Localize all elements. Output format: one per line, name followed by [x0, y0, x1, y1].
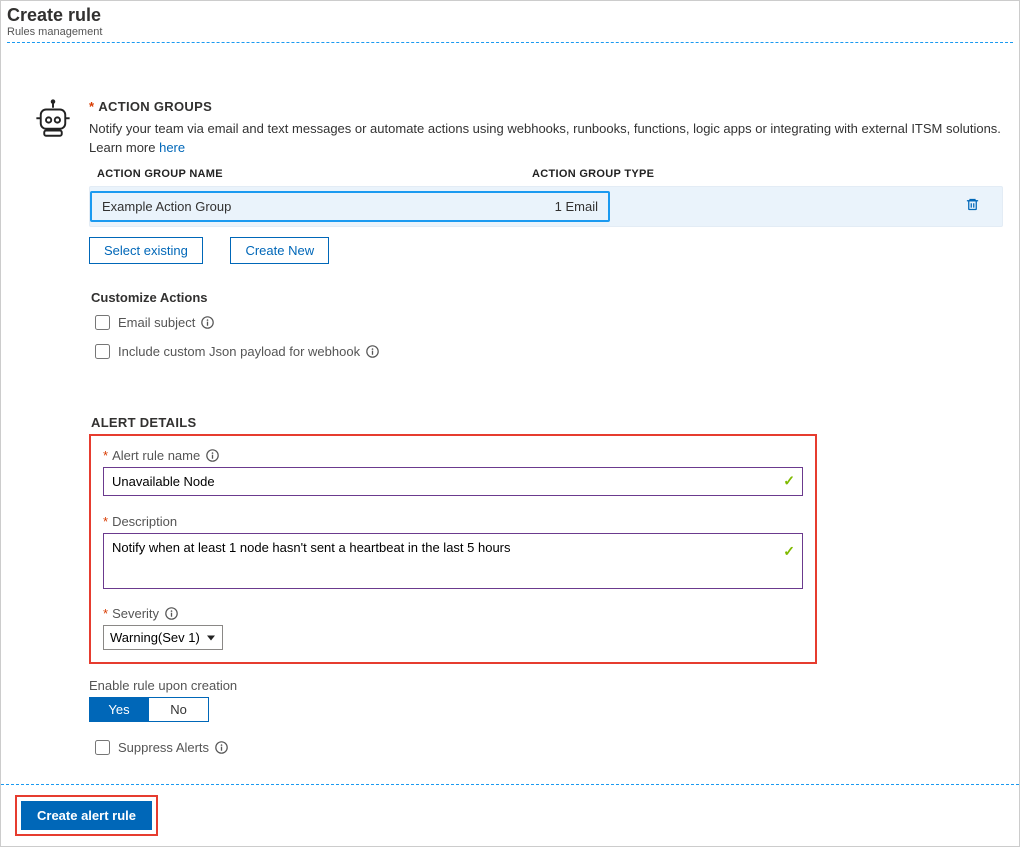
action-group-cell: Example Action Group 1 Email [90, 191, 610, 222]
select-existing-button[interactable]: Select existing [89, 237, 203, 264]
action-group-type-value: 1 Email [555, 199, 598, 214]
page-body: *ACTION GROUPS Notify your team via emai… [1, 43, 1019, 755]
content-column: *ACTION GROUPS Notify your team via emai… [89, 59, 1011, 755]
delete-action-group-button[interactable] [965, 197, 980, 215]
severity-select-wrap: Warning(Sev 1) [103, 625, 223, 650]
create-new-button[interactable]: Create New [230, 237, 329, 264]
create-button-highlight: Create alert rule [15, 795, 158, 836]
breadcrumb: Rules management [7, 26, 1013, 38]
enable-rule-label: Enable rule upon creation [89, 678, 1003, 693]
json-payload-label: Include custom Json payload for webhook [118, 344, 360, 359]
icon-column [17, 59, 89, 755]
suppress-alerts-label: Suppress Alerts [118, 740, 209, 755]
suppress-alerts-checkbox[interactable] [95, 740, 110, 755]
description-label: *Description [103, 514, 803, 529]
trash-icon [965, 197, 980, 212]
alert-details-highlight: *Alert rule name ✓ *Description ✓ [89, 434, 817, 664]
info-icon [206, 449, 219, 462]
action-group-row[interactable]: Example Action Group 1 Email [89, 186, 1003, 227]
page-header: Create rule Rules management [1, 1, 1019, 43]
info-icon [201, 316, 214, 329]
action-groups-section: *ACTION GROUPS Notify your team via emai… [89, 99, 1003, 359]
action-groups-title: *ACTION GROUPS [89, 99, 1003, 114]
info-icon [215, 741, 228, 754]
create-alert-rule-button[interactable]: Create alert rule [21, 801, 152, 830]
enable-rule-toggle: Yes No [89, 697, 1003, 722]
description-input[interactable] [103, 533, 803, 589]
action-group-table-header: ACTION GROUP NAME ACTION GROUP TYPE [97, 168, 1003, 180]
footer-bar: Create alert rule [1, 784, 1019, 846]
description-field: ✓ [103, 533, 803, 592]
json-payload-option[interactable]: Include custom Json payload for webhook [95, 344, 1003, 359]
action-group-name-value: Example Action Group [102, 199, 231, 214]
required-star: * [89, 99, 94, 114]
alert-rule-name-input[interactable] [103, 467, 803, 496]
email-subject-label: Email subject [118, 315, 195, 330]
create-rule-window: Create rule Rules management *ACTION GRO… [0, 0, 1020, 847]
info-icon [366, 345, 379, 358]
severity-label: *Severity [103, 606, 803, 621]
email-subject-option[interactable]: Email subject [95, 315, 1003, 330]
json-payload-checkbox[interactable] [95, 344, 110, 359]
learn-more-link[interactable]: here [159, 140, 185, 155]
page-title: Create rule [7, 5, 1013, 26]
enable-no-button[interactable]: No [149, 697, 209, 722]
suppress-alerts-option[interactable]: Suppress Alerts [95, 740, 1003, 755]
action-group-buttons: Select existing Create New [89, 237, 1003, 264]
action-groups-description: Notify your team via email and text mess… [89, 120, 1003, 158]
col-action-group-name: ACTION GROUP NAME [97, 168, 532, 180]
alert-details-section: ALERT DETAILS *Alert rule name ✓ *Descri… [89, 415, 1003, 755]
robot-icon [32, 99, 74, 141]
enable-yes-button[interactable]: Yes [89, 697, 149, 722]
severity-select[interactable]: Warning(Sev 1) [103, 625, 223, 650]
email-subject-checkbox[interactable] [95, 315, 110, 330]
info-icon [165, 607, 178, 620]
col-action-group-type: ACTION GROUP TYPE [532, 168, 1003, 180]
alert-details-title: ALERT DETAILS [91, 415, 1003, 430]
customize-actions-title: Customize Actions [91, 290, 1003, 305]
alert-rule-name-label: *Alert rule name [103, 448, 803, 463]
alert-rule-name-field: ✓ [103, 467, 803, 496]
